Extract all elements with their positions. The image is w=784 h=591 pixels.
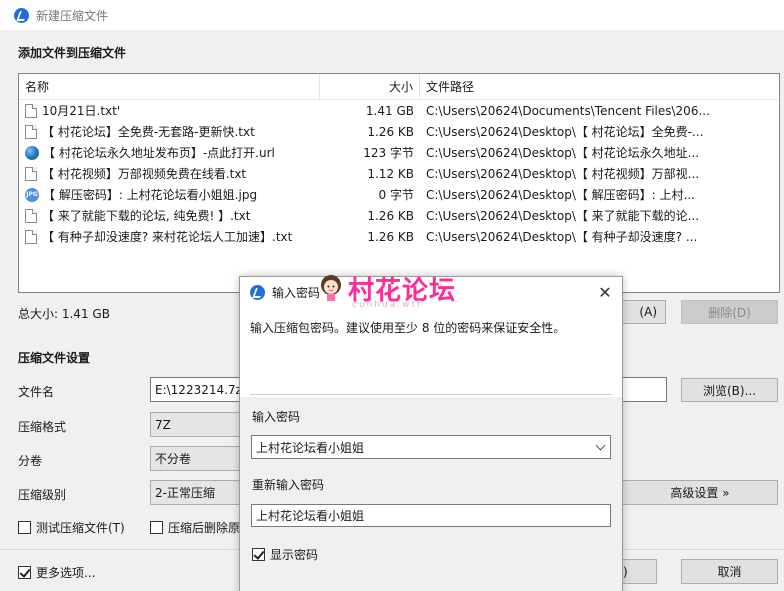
file-list-header: 名称 大小 文件路径 (19, 74, 779, 100)
filename-label: 文件名 (18, 385, 55, 399)
table-row[interactable]: JPG 【 解压密码】: 上村花论坛看小姐姐.jpg 0 字节 C:\Users\20… (19, 184, 779, 205)
file-name: 【 村花视频】万部视频免费在线看.txt (42, 167, 247, 181)
delete-button[interactable]: 删除(D) (681, 300, 778, 324)
file-size: 1.26 KB (367, 124, 414, 139)
file-name: 【 村花论坛】全免费-无套路-更新快.txt (42, 125, 255, 139)
file-icon (25, 229, 37, 244)
dialog-title: 输入密码 (272, 285, 321, 300)
repeat-password-input[interactable]: 上村花论坛看小姐姐 (251, 504, 611, 527)
window-title: 新建压缩文件 (36, 8, 109, 23)
password-dialog: 输入密码 ✕ 输入压缩包密码。建议使用至少 8 位的密码来保证安全性。 输入密码… (239, 276, 623, 591)
file-name-cell: 【 村花论坛永久地址发布页】-点此打开.url (19, 144, 320, 161)
file-name-cell: 【 村花视频】万部视频免费在线看.txt (19, 165, 320, 182)
close-icon[interactable]: ✕ (596, 283, 614, 302)
file-name: 【 有种子却没速度? 来村花论坛人工加速】.txt (42, 230, 293, 244)
table-row[interactable]: 【 有种子却没速度? 来村花论坛人工加速】.txt 1.26 KB C:\Users… (19, 226, 779, 247)
test-archive-checkbox[interactable]: 测试压缩文件(T) (18, 519, 125, 536)
cancel-button[interactable]: 取消 (681, 559, 778, 584)
level-label: 压缩级别 (18, 488, 67, 502)
file-size: 123 字节 (363, 146, 414, 160)
column-name[interactable]: 名称 (19, 74, 320, 99)
table-row[interactable]: 【 来了就能下载的论坛, 纯免费! 】.txt 1.26 KB C:\Users\2… (19, 205, 779, 226)
chevron-down-icon[interactable] (595, 440, 606, 451)
file-name-cell: 10月21日.txt' (19, 102, 320, 119)
file-path: C:\Users\20624\Desktop\【 有种子却没速度? ... (426, 230, 698, 244)
file-path: C:\Users\20624\Desktop\【 村花论坛永久地址... (426, 146, 700, 160)
password-value: 上村花论坛看小姐姐 (256, 440, 365, 455)
file-list[interactable]: 名称 大小 文件路径 10月21日.txt' 1.41 GB C:\Users\20… (18, 73, 780, 293)
file-name: 【 来了就能下载的论坛, 纯免费! 】.txt (42, 209, 251, 223)
column-path[interactable]: 文件路径 (420, 74, 779, 99)
repeat-password-label: 重新输入密码 (252, 478, 325, 492)
girl-face-icon (321, 275, 341, 301)
test-archive-label: 测试压缩文件(T) (36, 521, 125, 535)
watermark-logo: 村花论坛 cunhua.wtf (318, 270, 478, 310)
file-icon (25, 166, 37, 181)
checkbox-box[interactable] (18, 566, 31, 579)
file-size: 1.12 KB (367, 166, 414, 181)
browse-button[interactable]: 浏览(B)... (681, 378, 778, 402)
delete-after-label: 压缩后删除原 (168, 521, 241, 535)
jpg-icon: JPG (25, 187, 39, 202)
more-options-label: 更多选项... (36, 566, 96, 580)
checkbox-box[interactable] (150, 521, 163, 534)
add-button[interactable]: (A) (623, 300, 666, 324)
file-name-cell: 【 有种子却没速度? 来村花论坛人工加速】.txt (19, 228, 320, 245)
watermark-url: cunhua.wtf (352, 300, 423, 310)
password-input[interactable]: 上村花论坛看小姐姐 (251, 435, 611, 459)
dialog-hint: 输入压缩包密码。建议使用至少 8 位的密码来保证安全性。 (250, 321, 566, 335)
file-path: C:\Users\20624\Desktop\【 来了就能下载的论... (426, 209, 700, 223)
title-bar: 新建压缩文件 (0, 0, 784, 30)
password-label: 输入密码 (252, 410, 301, 424)
file-name: 【 村花论坛永久地址发布页】-点此打开.url (43, 146, 275, 160)
split-select[interactable]: 不分卷 (150, 446, 240, 471)
app-logo-icon (250, 284, 265, 300)
total-size: 总大小: 1.41 GB (18, 307, 110, 321)
show-password-checkbox[interactable]: 显示密码 (252, 546, 318, 563)
file-path: C:\Users\20624\Desktop\【 村花视频】万部视... (426, 167, 700, 181)
file-name: 【 解压密码】: 上村花论坛看小姐姐.jpg (43, 188, 258, 202)
table-row[interactable]: 【 村花视频】万部视频免费在线看.txt 1.12 KB C:\Users\2062… (19, 163, 779, 184)
file-path: C:\Users\20624\Desktop\【 村花论坛】全免费-... (426, 125, 704, 139)
split-label: 分卷 (18, 454, 43, 468)
file-name-cell: 【 来了就能下载的论坛, 纯免费! 】.txt (19, 207, 320, 224)
advanced-settings-button[interactable]: 高级设置 » (623, 480, 778, 505)
file-path: C:\Users\20624\Documents\Tencent Files\2… (426, 103, 710, 118)
ok-button[interactable]: ) (623, 559, 657, 584)
file-size: 1.26 KB (367, 208, 414, 223)
file-icon (25, 103, 37, 118)
dialog-divider (250, 394, 612, 395)
file-name: 10月21日.txt' (42, 104, 121, 118)
file-size: 1.26 KB (367, 229, 414, 244)
table-row[interactable]: 10月21日.txt' 1.41 GB C:\Users\20624\Documen… (19, 100, 779, 121)
settings-heading: 压缩文件设置 (18, 351, 91, 365)
show-password-label: 显示密码 (270, 548, 319, 562)
file-icon (25, 208, 37, 223)
file-path: C:\Users\20624\Desktop\【 解压密码】: 上村... (426, 188, 695, 202)
more-options-checkbox[interactable]: 更多选项... (18, 564, 95, 581)
format-select[interactable]: 7Z (150, 412, 240, 437)
file-name-cell: 【 村花论坛】全免费-无套路-更新快.txt (19, 123, 320, 140)
file-name-cell: JPG 【 解压密码】: 上村花论坛看小姐姐.jpg (19, 186, 320, 203)
filename-input[interactable]: E:\1223214.7z (150, 377, 242, 402)
table-row[interactable]: 【 村花论坛】全免费-无套路-更新快.txt 1.26 KB C:\Users\20… (19, 121, 779, 142)
filename-input-tail[interactable] (623, 377, 667, 402)
app-logo-icon (14, 7, 29, 23)
file-size: 1.41 GB (365, 103, 414, 118)
level-select[interactable]: 2-正常压缩 (150, 480, 240, 505)
table-row[interactable]: 【 村花论坛永久地址发布页】-点此打开.url 123 字节 C:\Users\20… (19, 142, 779, 163)
checkbox-box[interactable] (252, 548, 265, 561)
column-size[interactable]: 大小 (320, 74, 420, 99)
file-icon (25, 124, 37, 139)
delete-after-checkbox[interactable]: 压缩后删除原 (150, 519, 240, 536)
globe-icon (25, 145, 39, 160)
format-label: 压缩格式 (18, 420, 67, 434)
file-size: 0 字节 (378, 188, 414, 202)
add-files-heading: 添加文件到压缩文件 (18, 46, 127, 60)
checkbox-box[interactable] (18, 521, 31, 534)
